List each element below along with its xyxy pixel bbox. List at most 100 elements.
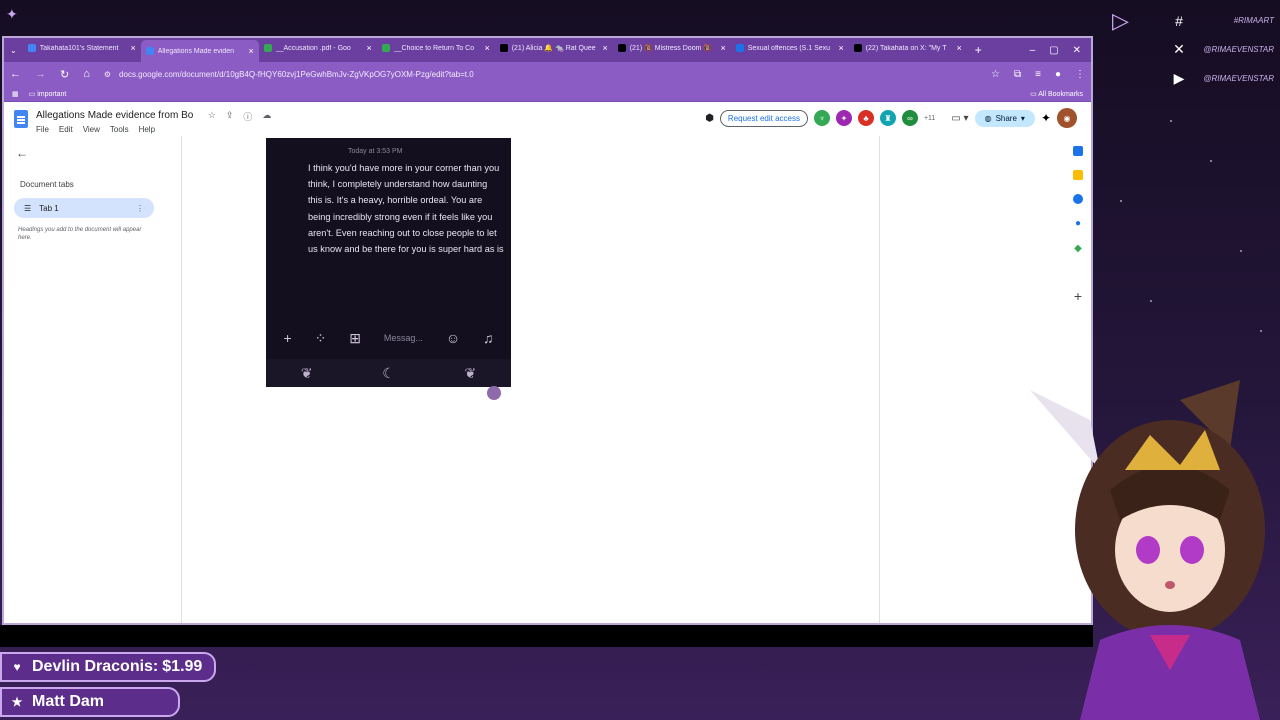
tab-title: (21) 🔞 Mistress Doom 🔞 (629, 45, 713, 52)
extensions-icon[interactable]: ⧉ (1014, 69, 1021, 80)
close-tab-icon[interactable]: × (956, 43, 961, 53)
star-doc-icon[interactable]: ☆ (208, 110, 216, 123)
menu-file[interactable]: File (36, 125, 49, 134)
menu-view[interactable]: View (83, 125, 100, 134)
tab-title: Takahata101's Statement (39, 44, 119, 52)
heart-icon: ♥ (13, 660, 21, 674)
gemini-icon[interactable]: ⬢ (705, 113, 714, 124)
bookmark-star-icon[interactable]: ☆ (991, 69, 1000, 80)
tab-doc-icon: ☰ (24, 203, 32, 213)
info-icon[interactable]: ⓘ (243, 110, 252, 123)
tab-search-icon[interactable]: ⌄ (10, 46, 17, 55)
mouse-cursor-avatar (487, 386, 501, 400)
message-input: Messag... (383, 333, 423, 343)
tab-title: __Accusation .pdf - Goo (275, 44, 351, 52)
back-arrow-icon[interactable]: ← (16, 146, 28, 160)
close-tab-icon[interactable]: × (130, 43, 135, 53)
star-icon: ★ (11, 695, 23, 709)
user-avatar[interactable]: ✦ (835, 110, 852, 126)
all-bookmarks-label: All Bookmarks (1038, 90, 1083, 98)
ear-left (1030, 390, 1100, 470)
reading-list-icon[interactable]: ≡ (1035, 69, 1041, 80)
close-tab-icon[interactable]: × (720, 43, 725, 53)
profile-icon[interactable]: ● (1055, 69, 1061, 80)
x-twitter-icon: ✕ (1173, 41, 1185, 57)
url-field[interactable]: docs.google.com/document/d/10gB4Q-fHQY60… (119, 70, 474, 79)
site-info-icon[interactable]: ⚙ (104, 70, 111, 79)
maximize-button[interactable]: ▢ (1049, 45, 1058, 56)
reload-button[interactable]: ↻ (60, 68, 69, 81)
embedded-chat-screenshot[interactable]: Today at 3:53 PM I think you'd have more… (266, 138, 511, 387)
tab-title: Allegations Made eviden (157, 47, 234, 55)
tasks-icon[interactable] (1073, 194, 1083, 204)
all-bookmarks-button[interactable]: ▭ All Bookmarks (1030, 90, 1083, 98)
chevron-down-icon: ▾ (1020, 113, 1025, 123)
donation-amount: $1.99 (162, 658, 203, 675)
hashtag-icon: # (1175, 12, 1183, 29)
menu-tools[interactable]: Tools (110, 125, 129, 134)
browser-tab[interactable]: Takahata101's Statement × (23, 38, 141, 58)
share-button[interactable]: ◍ Share ▾ (974, 109, 1035, 127)
maps-icon[interactable]: ◆ (1074, 243, 1082, 254)
browser-tab[interactable]: Sexual offences (S.1 Sexu × (731, 38, 849, 58)
close-tab-icon[interactable]: × (838, 43, 843, 53)
cloud-status-icon[interactable]: ☁ (262, 110, 271, 123)
gemini-sparkle-icon[interactable]: ✦ (1041, 111, 1051, 125)
eye-left (1136, 536, 1160, 564)
meet-icon[interactable]: ▭ ▾ (951, 113, 968, 124)
tab-options-icon[interactable]: ⋮ (136, 204, 144, 213)
minimize-button[interactable]: – (1030, 45, 1036, 56)
drive-icon (381, 44, 390, 52)
browser-menu-icon[interactable]: ⋮ (1075, 69, 1085, 80)
vtuber-avatar (1030, 380, 1265, 720)
document-title[interactable]: Allegations Made evidence from Bo (36, 110, 193, 121)
chat-footer: ❦ ☾ ❦ (266, 359, 511, 387)
user-avatar[interactable]: ♜ (879, 110, 896, 126)
browser-tab[interactable]: (21) Alicia 🔔 🐀 Rat Quee × (495, 38, 613, 58)
user-avatar[interactable]: ♣ (857, 110, 874, 126)
browser-tab[interactable]: Allegations Made eviden × (140, 40, 259, 62)
tab-title: (21) Alicia 🔔 🐀 Rat Quee (511, 45, 596, 52)
forward-button[interactable]: → (35, 68, 46, 80)
home-button[interactable]: ⌂ (83, 68, 90, 80)
bookmark-folder-important[interactable]: ▭ important (29, 90, 67, 98)
moon-icon: ☾ (382, 364, 395, 381)
close-tab-icon[interactable]: × (602, 43, 607, 53)
browser-tab[interactable]: (21) 🔞 Mistress Doom 🔞 × (613, 38, 731, 58)
document-tab-1[interactable]: ☰ Tab 1 ⋮ (14, 198, 154, 218)
user-avatar[interactable]: ♆ (813, 110, 830, 126)
stream-socials: # #RIMAART ✕ @RIMAEVENSTAR ▶ @RIMAEVENSTAR (1170, 6, 1280, 93)
document-outline-pane: ← Document tabs ☰ Tab 1 ⋮ Headings you a… (4, 136, 182, 623)
browser-tab[interactable]: __Choice to Return To Co × (377, 38, 495, 58)
more-users-count[interactable]: +11 (924, 115, 935, 122)
browser-window: ⌄ Takahata101's Statement × Allegations Ma… (2, 36, 1093, 625)
close-tab-icon[interactable]: × (484, 43, 489, 53)
move-folder-icon[interactable]: ⇪ (226, 110, 234, 123)
new-tab-button[interactable]: + (975, 43, 982, 57)
taskbar (0, 625, 1093, 647)
document-page[interactable]: Today at 3:53 PM I think you'd have more… (182, 136, 880, 623)
menu-help[interactable]: Help (139, 125, 155, 134)
apps-grid-icon[interactable]: ▦ (12, 90, 19, 98)
browser-tab[interactable]: (22) Takahata on X: "My T × (849, 38, 967, 58)
contacts-icon[interactable]: ● (1075, 218, 1081, 229)
globe-icon: ◍ (984, 113, 992, 123)
tab-bar: ⌄ Takahata101's Statement × Allegations Ma… (4, 38, 1091, 62)
menu-edit[interactable]: Edit (59, 125, 73, 134)
tab-title: (22) Takahata on X: "My T (865, 44, 947, 52)
calendar-icon[interactable] (1073, 146, 1083, 156)
close-window-button[interactable]: ✕ (1073, 45, 1081, 56)
laurel-icon: ❦ (300, 364, 313, 381)
close-tab-icon[interactable]: × (366, 43, 371, 53)
docs-logo-icon[interactable] (14, 110, 28, 128)
gift-icon: ⊞ (349, 329, 361, 346)
keep-icon[interactable] (1073, 170, 1083, 180)
browser-tab[interactable]: __Accusation .pdf - Goo × (259, 38, 377, 58)
add-addon-icon[interactable]: + (1074, 288, 1082, 304)
back-button[interactable]: ← (10, 68, 21, 80)
account-avatar[interactable]: ◉ (1057, 108, 1077, 128)
request-edit-access-button[interactable]: Request edit access (719, 109, 808, 127)
user-avatar[interactable]: ∞ (901, 110, 918, 126)
close-tab-icon[interactable]: × (248, 46, 253, 56)
laurel-icon: ❦ (464, 364, 477, 381)
